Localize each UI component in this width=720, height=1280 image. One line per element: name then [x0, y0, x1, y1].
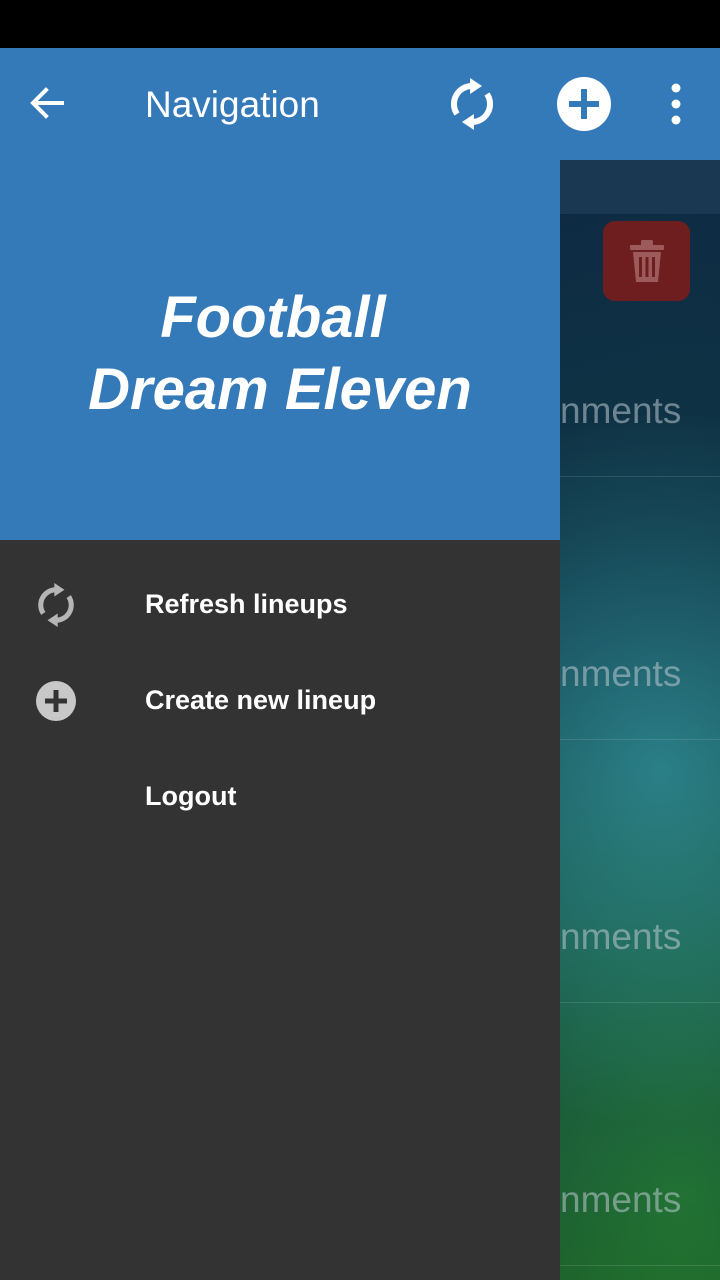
refresh-icon[interactable]: [446, 78, 498, 130]
menu-item-create-new-lineup[interactable]: Create new lineup: [0, 653, 560, 749]
menu-item-refresh-lineups[interactable]: Refresh lineups: [0, 557, 560, 653]
list-divider: [560, 476, 720, 477]
menu-item-label: Logout: [145, 781, 237, 811]
add-circle-icon: [34, 679, 78, 723]
list-item-label: nments: [560, 916, 682, 957]
list-item-label: nments: [560, 653, 682, 694]
arrow-back-icon[interactable]: [24, 80, 70, 126]
add-circle-icon[interactable]: [556, 76, 612, 132]
drawer-header: Football Dream Eleven: [0, 160, 560, 540]
delete-button[interactable]: [603, 221, 690, 301]
menu-item-label: Create new lineup: [145, 685, 377, 715]
navigation-drawer: Football Dream Eleven Refresh lineups Cr…: [0, 160, 560, 1280]
list-item-label: nments: [560, 1179, 682, 1220]
more-vert-icon[interactable]: [660, 78, 692, 130]
list-item-label: nments: [560, 390, 682, 431]
refresh-icon: [34, 583, 78, 627]
app-bar: Navigation: [0, 48, 720, 160]
status-bar: [0, 0, 720, 48]
trash-icon: [629, 240, 664, 282]
brand-title-line2: Dream Eleven: [88, 357, 472, 422]
page-title: Navigation: [145, 84, 320, 125]
list-divider: [560, 1265, 720, 1266]
list-divider: [560, 739, 720, 740]
menu-item-label: Refresh lineups: [145, 589, 348, 619]
app-brand-title: Football Dream Eleven: [0, 282, 560, 426]
menu-item-logout[interactable]: Logout: [0, 749, 560, 845]
brand-title-line1: Football: [160, 285, 386, 350]
list-divider: [560, 1002, 720, 1003]
